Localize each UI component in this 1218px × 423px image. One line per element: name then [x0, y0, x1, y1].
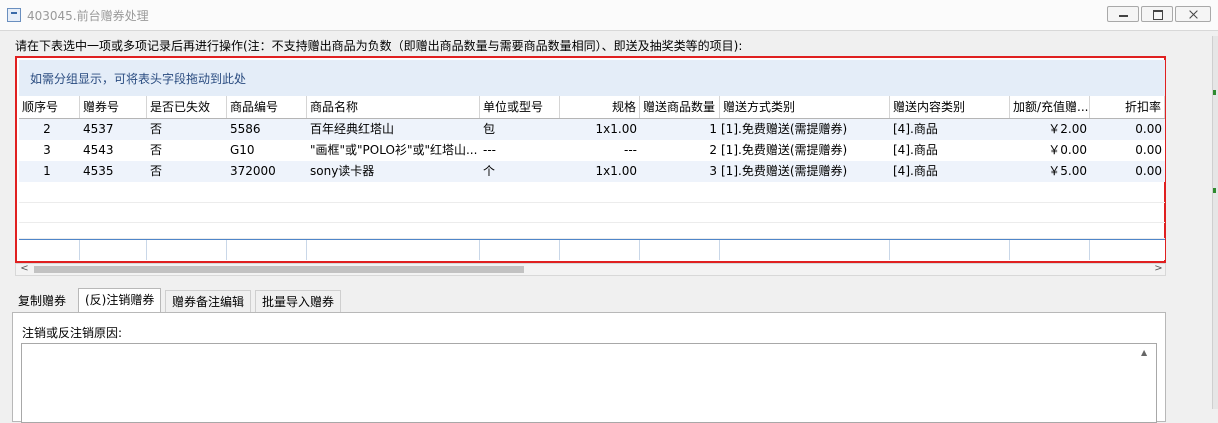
maximize-button[interactable] — [1141, 6, 1173, 22]
cell-expired: 否 — [150, 143, 163, 157]
edge-marker — [1213, 188, 1216, 193]
cell-gift-qty: 2 — [709, 143, 717, 157]
scroll-right-arrow[interactable]: > — [1152, 264, 1165, 275]
title-bar: 403045.前台赠券处理 — [0, 0, 1218, 31]
cell-seq: 2 — [43, 122, 51, 136]
app-icon — [7, 8, 21, 22]
cell-gift-qty: 3 — [709, 164, 717, 178]
cell-seq: 3 — [43, 143, 51, 157]
cell-discount: 0.00 — [1135, 122, 1162, 136]
cell-product-name: "画框"或"POLO衫"或"红塔山... — [310, 143, 478, 157]
col-header-voucher-no[interactable]: 赠券号 — [80, 96, 147, 118]
cell-discount: 0.00 — [1135, 164, 1162, 178]
col-header-expired[interactable]: 是否已失效 — [147, 96, 227, 118]
col-header-gift-method[interactable]: 赠送方式类别 — [720, 96, 890, 118]
cell-topup: ￥5.00 — [1048, 164, 1087, 178]
footer-cell — [307, 240, 480, 260]
cell-expired: 否 — [150, 164, 163, 178]
edge-marker — [1213, 90, 1216, 95]
col-header-spec[interactable]: 规格 — [560, 96, 640, 118]
col-header-product-code[interactable]: 商品编号 — [227, 96, 307, 118]
table-row[interactable]: 2 4537 否 5586 百年经典红塔山 包 1x1.00 1 [1].免费赠… — [19, 119, 1165, 140]
footer-cell — [480, 240, 560, 260]
empty-row — [19, 182, 1165, 203]
cell-product-code: 372000 — [230, 164, 276, 178]
cell-spec: 1x1.00 — [595, 122, 637, 136]
cell-voucher-no: 4535 — [83, 164, 114, 178]
cell-gift-method: [1].免费赠送(需提赠券) — [721, 122, 848, 136]
footer-cell — [147, 240, 227, 260]
footer-cell — [80, 240, 147, 260]
col-header-seq[interactable]: 顺序号 — [19, 96, 80, 118]
group-by-hint: 如需分组显示，可将表头字段拖动到此处 — [30, 72, 247, 86]
footer-cell — [640, 240, 720, 260]
cell-topup: ￥2.00 — [1048, 122, 1087, 136]
col-header-gift-content[interactable]: 赠送内容类别 — [890, 96, 1010, 118]
scroll-left-arrow[interactable]: < — [18, 264, 31, 275]
footer-cell — [890, 240, 1010, 260]
close-button[interactable] — [1175, 6, 1211, 22]
cell-voucher-no: 4537 — [83, 122, 114, 136]
minimize-button[interactable] — [1107, 6, 1139, 22]
cell-discount: 0.00 — [1135, 143, 1162, 157]
tab-batch-import[interactable]: 批量导入赠券 — [255, 290, 342, 313]
cell-seq: 1 — [43, 164, 51, 178]
cancel-voucher-pane: 注销或反注销原因: ▲ — [12, 312, 1166, 423]
cell-unit: 包 — [483, 122, 496, 136]
instruction-text: 请在下表选中一项或多项记录后再进行操作(注：不支持赠出商品为负数（即赠出商品数量… — [15, 39, 743, 53]
col-header-discount[interactable]: 折扣率 — [1090, 96, 1165, 118]
cell-unit: --- — [483, 143, 496, 157]
grid-footer-summary — [19, 239, 1165, 260]
col-header-topup[interactable]: 加额/充值赠... — [1010, 96, 1090, 118]
cell-gift-content: [4].商品 — [893, 122, 938, 136]
cell-product-name: 百年经典红塔山 — [310, 122, 395, 136]
footer-cell — [720, 240, 890, 260]
cell-unit: 个 — [483, 164, 496, 178]
cell-spec: 1x1.00 — [595, 164, 637, 178]
gift-voucher-grid[interactable]: 如需分组显示，可将表头字段拖动到此处 顺序号 赠券号 是否已失效 商品编号 商品… — [15, 56, 1166, 263]
cell-product-code: 5586 — [230, 122, 261, 136]
cell-gift-method: [1].免费赠送(需提赠券) — [721, 143, 848, 157]
reason-label: 注销或反注销原因: — [22, 326, 123, 340]
cell-topup: ￥0.00 — [1048, 143, 1087, 157]
cell-gift-content: [4].商品 — [893, 143, 938, 157]
horizontal-scrollbar[interactable]: < > — [15, 263, 1166, 276]
footer-cell — [1010, 240, 1090, 260]
scroll-thumb[interactable] — [34, 266, 524, 273]
col-header-gift-qty[interactable]: 赠送商品数量 — [640, 96, 720, 118]
cell-gift-content: [4].商品 — [893, 164, 938, 178]
cell-gift-method: [1].免费赠送(需提赠券) — [721, 164, 848, 178]
cell-voucher-no: 4543 — [83, 143, 114, 157]
cell-gift-qty: 1 — [709, 122, 717, 136]
tab-cancel-voucher[interactable]: (反)注销赠券 — [78, 288, 162, 314]
col-header-unit[interactable]: 单位或型号 — [480, 96, 560, 118]
group-by-panel[interactable]: 如需分组显示，可将表头字段拖动到此处 — [19, 60, 1165, 97]
footer-cell — [19, 240, 80, 260]
col-header-product-name[interactable]: 商品名称 — [307, 96, 480, 118]
cell-product-name: sony读卡器 — [310, 164, 375, 178]
cell-expired: 否 — [150, 122, 163, 136]
footer-cell — [227, 240, 307, 260]
tab-voucher-notes[interactable]: 赠券备注编辑 — [165, 290, 252, 313]
footer-cell — [560, 240, 640, 260]
cell-product-code: G10 — [230, 143, 255, 157]
reason-textarea[interactable] — [21, 343, 1157, 423]
cell-spec: --- — [624, 143, 637, 157]
scroll-up-arrow[interactable]: ▲ — [1141, 348, 1147, 357]
window-title: 403045.前台赠券处理 — [27, 9, 149, 23]
empty-row — [19, 220, 1165, 239]
table-row[interactable]: 1 4535 否 372000 sony读卡器 个 1x1.00 3 [1].免… — [19, 161, 1165, 182]
tab-copy-voucher[interactable]: 复制赠券 — [12, 290, 72, 312]
table-row[interactable]: 3 4543 否 G10 "画框"或"POLO衫"或"红塔山... --- --… — [19, 140, 1165, 161]
grid-header: 顺序号 赠券号 是否已失效 商品编号 商品名称 单位或型号 规格 赠送商品数量 … — [19, 96, 1165, 119]
